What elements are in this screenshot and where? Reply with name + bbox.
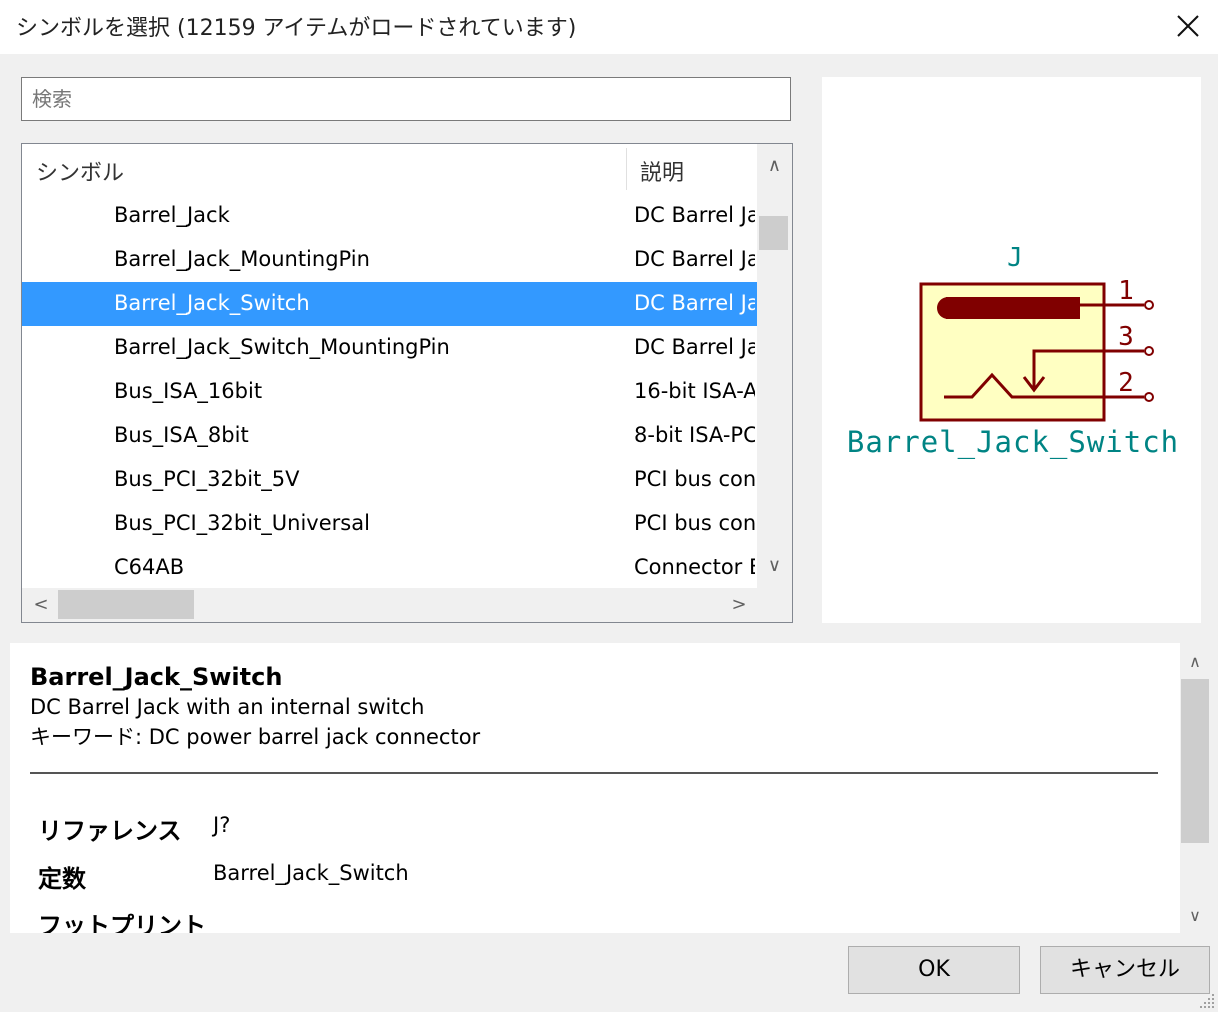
- details-description: DC Barrel Jack with an internal switch: [30, 695, 425, 719]
- symbol-name: C64AB: [114, 555, 185, 579]
- symbol-name: Bus_ISA_16bit: [114, 379, 263, 403]
- list-item[interactable]: Barrel_Jack_Switch_MountingPin DC Barrel…: [22, 326, 757, 370]
- jack-plug-tip: [937, 297, 959, 319]
- scroll-down-arrow-icon[interactable]: ∨: [757, 548, 792, 584]
- list-header: シンボル 説明: [22, 144, 757, 194]
- field-value-reference: J?: [213, 813, 231, 837]
- symbol-name: Barrel_Jack_Switch_MountingPin: [114, 335, 450, 359]
- symbol-description: DC Barrel Ja: [634, 335, 755, 359]
- symbol-name: Bus_ISA_8bit: [114, 423, 249, 447]
- preview-value: Barrel_Jack_Switch: [847, 425, 1179, 460]
- symbol-description: PCI bus con: [634, 511, 755, 535]
- pin-3-end: [1144, 346, 1154, 356]
- scroll-right-arrow-icon[interactable]: >: [724, 588, 754, 622]
- list-item[interactable]: Barrel_Jack DC Barrel Ja: [22, 194, 757, 238]
- field-label-value: 定数: [38, 865, 86, 893]
- symbol-description: DC Barrel Ja: [634, 247, 755, 271]
- symbol-list: シンボル 説明 Barrel_Jack DC Barrel Ja Barrel_…: [21, 143, 793, 623]
- list-horizontal-scrollbar[interactable]: < >: [22, 588, 757, 622]
- scroll-thumb[interactable]: [1181, 679, 1209, 843]
- list-item[interactable]: Bus_PCI_32bit_Universal PCI bus con: [22, 502, 757, 546]
- symbol-description: Connector E: [634, 555, 755, 579]
- symbol-details: Barrel_Jack_Switch DC Barrel Jack with a…: [10, 643, 1180, 933]
- pin-number: 2: [1118, 368, 1134, 398]
- close-icon: [1177, 15, 1199, 37]
- symbol-name: Barrel_Jack: [114, 203, 230, 227]
- symbol-preview-canvas: J 1 3 2 Barrel_Jack_Switch: [847, 243, 1179, 460]
- symbol-description: DC Barrel Ja: [634, 291, 755, 315]
- list-item[interactable]: C64AB Connector E: [22, 546, 757, 588]
- symbol-name: Bus_PCI_32bit_Universal: [114, 511, 370, 535]
- symbol-description: 16-bit ISA-A: [634, 379, 755, 403]
- list-vertical-scrollbar[interactable]: ∧ ∨: [757, 144, 792, 588]
- details-symbol-name: Barrel_Jack_Switch: [30, 663, 283, 691]
- column-divider[interactable]: [626, 148, 627, 190]
- symbol-description: 8-bit ISA-PC: [634, 423, 755, 447]
- title-bar: シンボルを選択 (12159 アイテムがロードされています): [0, 0, 1218, 54]
- ok-button[interactable]: OK: [848, 946, 1020, 994]
- symbol-description: DC Barrel Ja: [634, 203, 755, 227]
- details-divider: [30, 772, 1158, 774]
- scrollbar-corner: [757, 588, 792, 622]
- search-box: [21, 77, 791, 121]
- details-vertical-scrollbar[interactable]: ∧ ∨: [1180, 643, 1210, 933]
- symbol-name: Barrel_Jack_MountingPin: [114, 247, 370, 271]
- field-label-reference: リファレンス: [38, 817, 182, 845]
- column-header-description[interactable]: 説明: [640, 155, 684, 187]
- field-label-footprint: フットプリント: [38, 912, 206, 933]
- preview-reference: J: [1007, 243, 1023, 273]
- scroll-up-arrow-icon[interactable]: ∧: [757, 148, 792, 184]
- search-input[interactable]: [22, 78, 790, 120]
- symbol-preview: J 1 3 2 Barrel_Jack_Switch: [822, 77, 1201, 623]
- list-item[interactable]: Bus_ISA_8bit 8-bit ISA-PC: [22, 414, 757, 458]
- resize-grip-icon[interactable]: [1196, 990, 1216, 1010]
- scroll-left-arrow-icon[interactable]: <: [26, 588, 56, 622]
- list-item-selected[interactable]: Barrel_Jack_Switch DC Barrel Ja: [22, 282, 757, 326]
- close-button[interactable]: [1172, 10, 1204, 42]
- pin-1-end: [1144, 300, 1154, 310]
- scroll-down-arrow-icon[interactable]: ∨: [1180, 901, 1210, 931]
- dialog-title: シンボルを選択 (12159 アイテムがロードされています): [16, 16, 577, 41]
- details-keywords: キーワード: DC power barrel jack connector: [30, 725, 481, 749]
- symbol-name: Bus_PCI_32bit_5V: [114, 467, 300, 491]
- scroll-thumb[interactable]: [759, 216, 788, 250]
- pin-number: 1: [1118, 276, 1134, 306]
- symbol-description: PCI bus con: [634, 467, 755, 491]
- list-item[interactable]: Barrel_Jack_MountingPin DC Barrel Ja: [22, 238, 757, 282]
- pin-2-end: [1144, 392, 1154, 402]
- list-item[interactable]: Bus_PCI_32bit_5V PCI bus con: [22, 458, 757, 502]
- jack-plug: [946, 297, 1080, 319]
- list-item[interactable]: Bus_ISA_16bit 16-bit ISA-A: [22, 370, 757, 414]
- symbol-name: Barrel_Jack_Switch: [114, 291, 310, 315]
- pin-number: 3: [1118, 322, 1134, 352]
- column-header-symbol[interactable]: シンボル: [36, 155, 124, 187]
- field-value-value: Barrel_Jack_Switch: [213, 861, 409, 885]
- list-rows: Barrel_Jack DC Barrel Ja Barrel_Jack_Mou…: [22, 194, 757, 588]
- scroll-up-arrow-icon[interactable]: ∧: [1180, 647, 1210, 677]
- cancel-button[interactable]: キャンセル: [1040, 946, 1210, 994]
- scroll-thumb[interactable]: [58, 590, 194, 619]
